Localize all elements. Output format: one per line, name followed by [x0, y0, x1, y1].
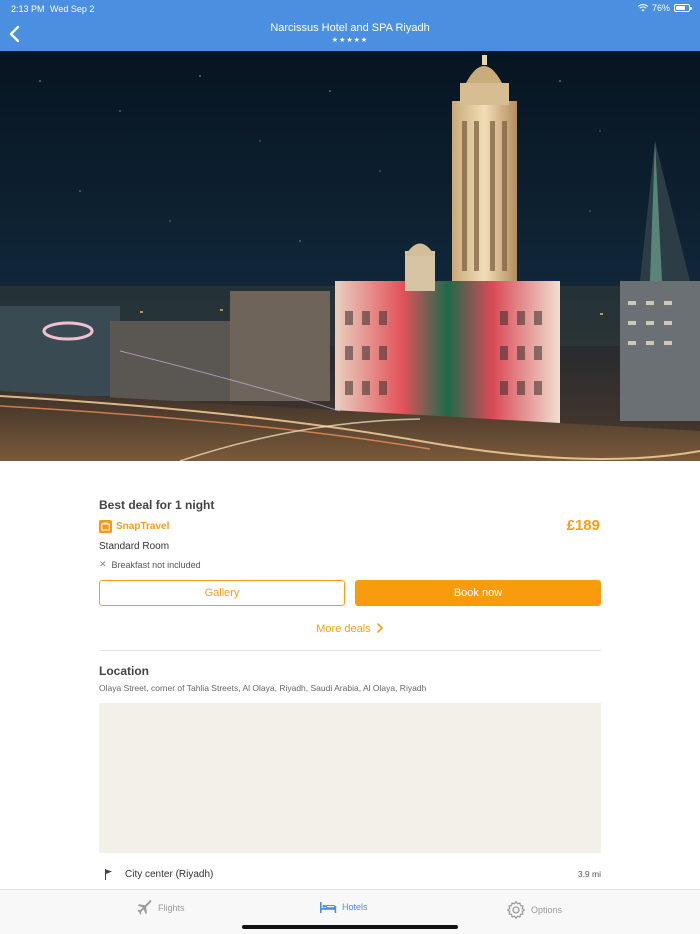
- room-type: Standard Room: [99, 541, 170, 552]
- status-indicators: 76%: [637, 3, 692, 13]
- more-deals-label: More deals: [316, 623, 371, 635]
- battery-percent: 76%: [651, 3, 670, 13]
- location-heading: Location: [99, 664, 149, 678]
- hotel-title: Narcissus Hotel and SPA Riyadh: [270, 22, 430, 34]
- breakfast-info: ✕ Breakfast not included: [99, 559, 201, 570]
- provider-name: SnapTravel: [116, 521, 170, 532]
- home-indicator: [242, 925, 458, 929]
- battery-fill: [676, 6, 686, 10]
- nav-header: 2:13 PM Wed Sep 2 76% Narcissus Hotel an…: [0, 0, 700, 51]
- poi-row[interactable]: City center (Riyadh) 3.9 mi: [99, 866, 601, 882]
- bed-icon: [320, 902, 337, 913]
- map-view[interactable]: [99, 703, 601, 853]
- poi-distance: 3.9 mi: [577, 869, 601, 879]
- hotel-photo[interactable]: [0, 51, 700, 461]
- tab-options-label: Options: [531, 905, 563, 915]
- wifi-icon: [637, 4, 648, 12]
- battery-icon: [674, 4, 692, 12]
- chevron-right-icon: [376, 623, 383, 633]
- flag-icon: [105, 869, 112, 880]
- tab-hotels[interactable]: Hotels: [319, 900, 368, 914]
- more-deals-link[interactable]: More deals: [0, 623, 700, 635]
- hotel-photo-art: [0, 51, 700, 461]
- x-icon: ✕: [99, 559, 107, 569]
- star-rating: ★★★★★: [331, 37, 369, 44]
- poi-name: City center (Riyadh): [125, 868, 214, 880]
- breakfast-text: Breakfast not included: [111, 559, 201, 570]
- gear-icon: [506, 900, 526, 920]
- status-date: Wed Sep 2: [50, 4, 95, 14]
- divider: [99, 650, 601, 651]
- airplane-icon: [137, 900, 152, 915]
- location-address: Olaya Street, corner of Tahlia Streets, …: [99, 683, 427, 693]
- tab-flights-label: Flights: [158, 903, 185, 913]
- snaptravel-logo-icon: [99, 520, 112, 533]
- tab-hotels-label: Hotels: [342, 902, 368, 912]
- book-now-button[interactable]: Book now: [355, 580, 601, 606]
- tab-options[interactable]: Options: [506, 900, 562, 920]
- tab-flights[interactable]: Flights: [137, 900, 185, 916]
- provider[interactable]: SnapTravel: [99, 520, 169, 533]
- gallery-button[interactable]: Gallery: [99, 580, 345, 606]
- deal-heading: Best deal for 1 night: [99, 498, 215, 512]
- status-time: 2:13 PM: [11, 4, 45, 14]
- price: £189: [566, 517, 600, 534]
